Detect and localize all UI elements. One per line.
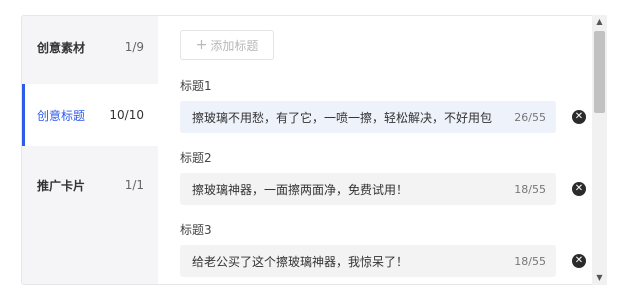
title-input-1[interactable]: 擦玻璃不用愁，有了它，一喷一擦，轻松解决，不好用包 26/55 (180, 101, 556, 133)
char-counter: 18/55 (514, 182, 546, 196)
title-label-1: 标题1 (180, 79, 212, 93)
creative-panel: 创意素材 1/9 创意标题 10/10 推广卡片 1/1 + 添加标题 标题1 … (21, 15, 607, 285)
title-input-value: 擦玻璃神器，一面擦两面净，免费试用！ (192, 182, 409, 197)
plus-icon: + (195, 37, 208, 53)
add-title-label: 添加标题 (210, 38, 259, 53)
close-icon[interactable]: ✕ (572, 182, 586, 196)
char-counter: 26/55 (514, 110, 546, 124)
sidebar-item-creative-title[interactable]: 创意标题 10/10 (22, 84, 158, 146)
char-counter: 18/55 (514, 254, 546, 268)
sidebar-item-creative-material[interactable]: 创意素材 1/9 (22, 16, 158, 78)
title-input-value: 给老公买了这个擦玻璃神器，我惊呆了！ (192, 254, 409, 269)
sidebar-item-count: 10/10 (109, 108, 144, 122)
title-label-3: 标题3 (180, 223, 212, 237)
scroll-up-arrow-icon[interactable]: ▲ (592, 15, 607, 29)
title-input-2[interactable]: 擦玻璃神器，一面擦两面净，免费试用！ 18/55 (180, 173, 556, 205)
sidebar-item-label: 创意素材 (37, 40, 86, 55)
sidebar-item-count: 1/9 (124, 40, 144, 54)
sidebar-item-count: 1/1 (124, 178, 144, 192)
sidebar-item-promo-card[interactable]: 推广卡片 1/1 (22, 154, 158, 216)
scroll-down-arrow-icon[interactable]: ▼ (592, 271, 607, 285)
title-input-3[interactable]: 给老公买了这个擦玻璃神器，我惊呆了！ 18/55 (180, 245, 556, 277)
sidebar-item-label: 推广卡片 (37, 178, 86, 193)
close-icon[interactable]: ✕ (572, 110, 586, 124)
title-editor: + 添加标题 标题1 擦玻璃不用愁，有了它，一喷一擦，轻松解决，不好用包 26/… (158, 16, 594, 284)
vertical-scrollbar[interactable]: ▲ ▼ (592, 15, 607, 285)
sidebar-item-label: 创意标题 (37, 108, 86, 123)
title-label-2: 标题2 (180, 151, 212, 165)
sidebar: 创意素材 1/9 创意标题 10/10 推广卡片 1/1 (22, 16, 158, 284)
title-input-value: 擦玻璃不用愁，有了它，一喷一擦，轻松解决，不好用包 (192, 110, 493, 125)
close-icon[interactable]: ✕ (572, 254, 586, 268)
add-title-button[interactable]: + 添加标题 (180, 30, 274, 60)
scroll-thumb[interactable] (594, 31, 605, 113)
